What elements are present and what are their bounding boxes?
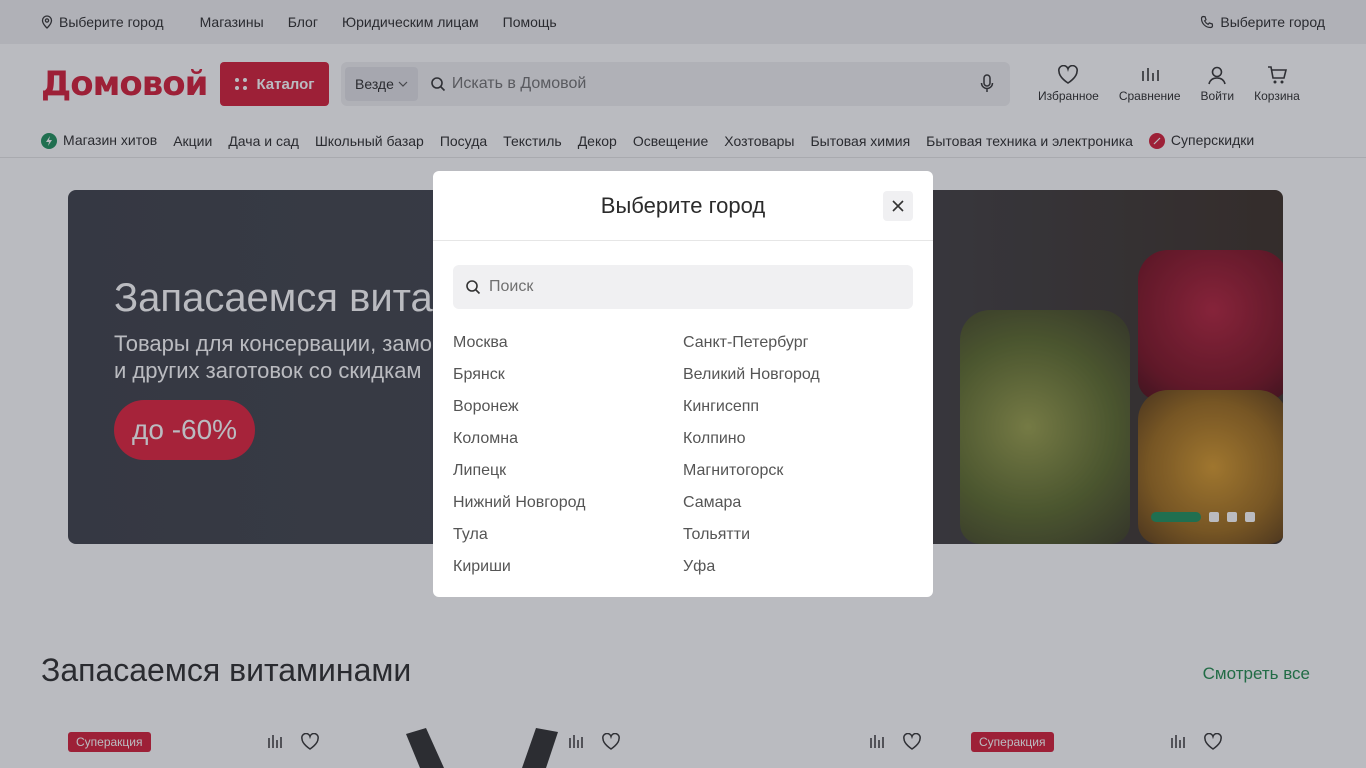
close-icon — [891, 199, 905, 213]
city-option[interactable]: Коломна — [453, 423, 683, 455]
city-option[interactable]: Великий Новгород — [683, 359, 913, 391]
city-select-modal: Выберите город Поиск Москва Санкт-Петерб… — [433, 171, 933, 597]
city-option[interactable]: Уфа — [683, 551, 913, 583]
city-search-placeholder: Поиск — [489, 278, 534, 295]
search-icon — [465, 279, 481, 295]
city-option[interactable]: Нижний Новгород — [453, 487, 683, 519]
city-option[interactable]: Воронеж — [453, 391, 683, 423]
city-option[interactable]: Тула — [453, 519, 683, 551]
city-option[interactable]: Санкт-Петербург — [683, 327, 913, 359]
city-option[interactable]: Москва — [453, 327, 683, 359]
city-option[interactable]: Липецк — [453, 455, 683, 487]
city-option[interactable]: Брянск — [453, 359, 683, 391]
close-button[interactable] — [883, 191, 913, 221]
city-option[interactable]: Самара — [683, 487, 913, 519]
modal-title: Выберите город — [600, 192, 766, 218]
modal-header: Выберите город — [433, 171, 933, 241]
city-option[interactable]: Тольятти — [683, 519, 913, 551]
city-option[interactable]: Колпино — [683, 423, 913, 455]
city-search-input[interactable]: Поиск — [453, 265, 913, 309]
city-list: Москва Санкт-Петербург Брянск Великий Но… — [453, 327, 913, 583]
city-option[interactable]: Магнитогорск — [683, 455, 913, 487]
city-option[interactable]: Кириши — [453, 551, 683, 583]
city-option[interactable]: Кингисепп — [683, 391, 913, 423]
